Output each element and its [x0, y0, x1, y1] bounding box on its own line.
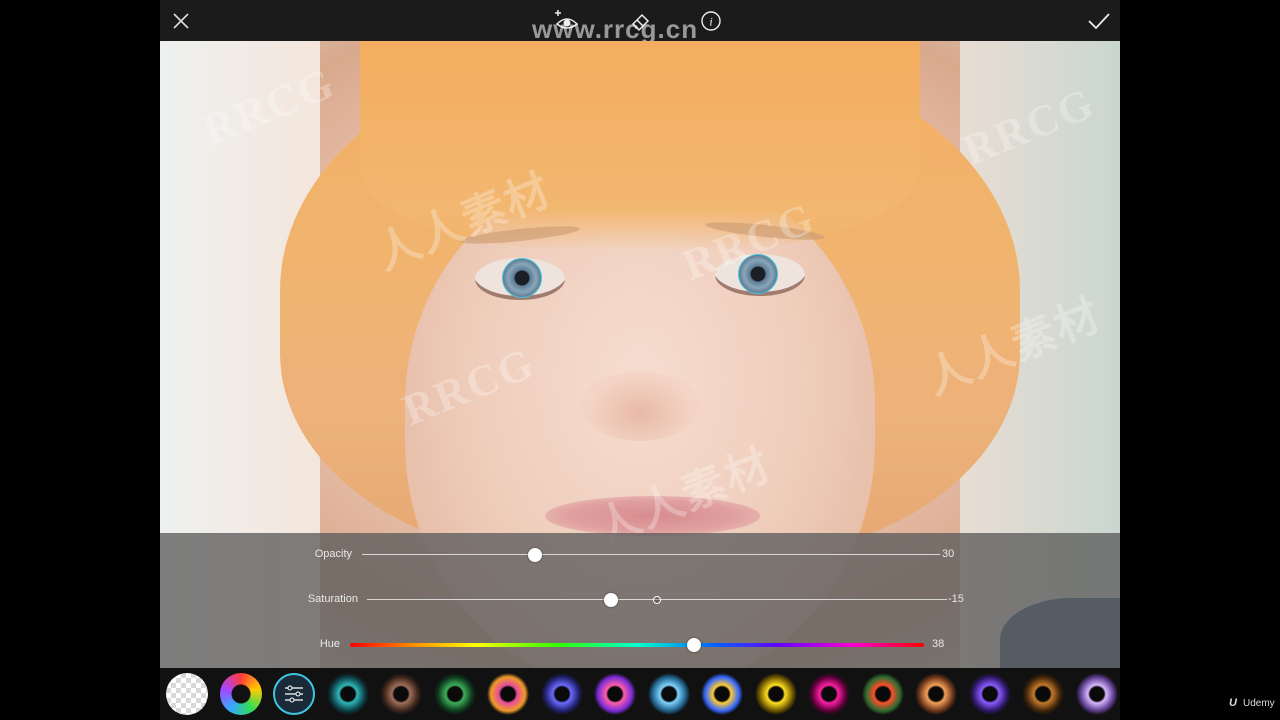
iris-preset-fire[interactable]	[861, 673, 904, 715]
iris-preset-cat-yellow[interactable]	[754, 673, 797, 715]
iris-preset-pink-purple[interactable]	[594, 673, 636, 715]
svg-text:i: i	[709, 15, 712, 29]
eye-color-editor: i www.rrcg.cn RRCG 人人素材 RRCG RRCG 人人素材 R…	[160, 0, 1120, 720]
iris-preset-multicolor[interactable]	[701, 673, 743, 715]
saturation-value: -15	[948, 593, 964, 605]
iris-preset-brown[interactable]	[380, 673, 422, 715]
hue-row: Hue 38	[160, 635, 1120, 655]
iris-preset-adjust[interactable]	[273, 673, 315, 715]
iris-preset-rainbow[interactable]	[219, 673, 262, 715]
iris-preset-amber[interactable]	[915, 673, 957, 715]
saturation-label: Saturation	[307, 593, 358, 605]
udemy-logo: Udemy	[1243, 698, 1275, 709]
opacity-label: Opacity	[314, 548, 352, 560]
hue-slider-track[interactable]	[350, 643, 924, 647]
close-button[interactable]	[168, 8, 194, 34]
top-toolbar: i www.rrcg.cn	[160, 0, 1120, 44]
iris-handle-left[interactable]	[502, 258, 542, 298]
iris-preset-strip	[160, 668, 1120, 720]
iris-handle-right[interactable]	[738, 254, 778, 294]
iris-preset-ice-blue[interactable]	[647, 673, 690, 715]
udemy-logo-icon: U	[1229, 697, 1237, 709]
saturation-default-marker	[653, 596, 661, 604]
opacity-value: 30	[942, 548, 955, 560]
hue-slider-handle[interactable]	[687, 638, 702, 652]
photo-bangs	[360, 41, 920, 251]
opacity-slider-handle[interactable]	[528, 548, 543, 562]
hue-value: 38	[932, 638, 945, 650]
apply-button[interactable]	[1086, 8, 1112, 34]
iris-preset-teal[interactable]	[326, 673, 369, 715]
saturation-slider-handle[interactable]	[603, 593, 618, 607]
checkmark-icon	[1088, 13, 1110, 30]
info-button[interactable]: i	[698, 8, 724, 34]
iris-preset-magenta[interactable]	[808, 673, 850, 715]
adjustment-panel: Opacity 30 Saturation -15 Hue 38	[160, 533, 1120, 668]
iris-preset-none[interactable]	[166, 673, 208, 715]
hue-label: Hue	[319, 638, 340, 650]
iris-preset-lavender[interactable]	[1075, 673, 1118, 715]
opacity-row: Opacity 30	[160, 545, 1120, 565]
iris-preset-violet[interactable]	[968, 673, 1011, 715]
adjust-sliders-icon	[285, 685, 303, 703]
iris-preset-copper[interactable]	[1022, 673, 1064, 715]
photo-nose	[580, 371, 700, 441]
iris-preset-green[interactable]	[433, 673, 476, 715]
info-icon: i	[701, 11, 721, 31]
close-icon	[173, 13, 189, 29]
iris-preset-purple-blue[interactable]	[540, 673, 583, 715]
iris-preset-magenta-orange[interactable]	[487, 673, 529, 715]
photo-lips	[545, 496, 760, 536]
saturation-row: Saturation -15	[160, 590, 1120, 610]
opacity-slider-track[interactable]	[362, 554, 940, 555]
